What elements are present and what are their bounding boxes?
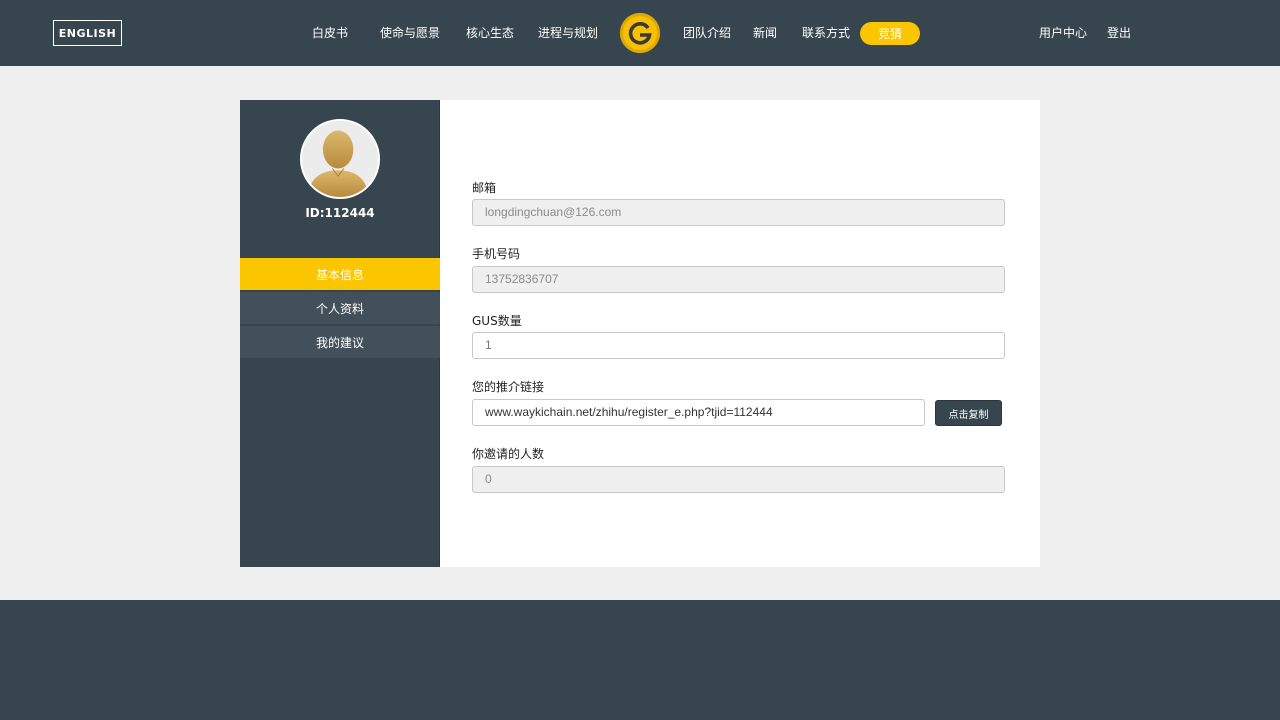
logout-link[interactable]: 登出: [1107, 24, 1131, 42]
sidebar-item-my-suggestions[interactable]: 我的建议: [240, 326, 440, 359]
sidebar-item-personal-profile[interactable]: 个人资料: [240, 292, 440, 325]
nav-team[interactable]: 团队介绍: [683, 24, 731, 42]
english-language-button[interactable]: ENGLISH: [53, 20, 122, 46]
nav-mission-vision[interactable]: 使命与愿景: [380, 24, 440, 42]
copy-link-button[interactable]: 点击复制: [935, 400, 1002, 426]
user-silhouette-icon: [302, 121, 378, 197]
top-nav-bar: ENGLISH 白皮书 使命与愿景 核心生态 进程与规划 团队介绍 新闻 联系方…: [0, 0, 1280, 66]
invited-count-label: 你邀请的人数: [472, 447, 545, 461]
referral-link-field[interactable]: www.waykichain.net/zhihu/register_e.php?…: [472, 399, 925, 426]
sidebar: ID:112444 基本信息 个人资料 我的建议: [240, 100, 440, 567]
phone-field: 13752836707: [472, 266, 1005, 293]
user-center-link[interactable]: 用户中心: [1039, 24, 1087, 42]
brand-logo-icon[interactable]: [620, 13, 660, 53]
phone-label: 手机号码: [472, 247, 521, 261]
avatar: [300, 119, 380, 199]
invited-count-field: 0: [472, 466, 1005, 493]
footer: [0, 600, 1280, 720]
email-label: 邮箱: [472, 181, 497, 195]
email-field: longdingchuan@126.com: [472, 199, 1005, 226]
nav-news[interactable]: 新闻: [753, 24, 777, 42]
nav-whitepaper[interactable]: 白皮书: [312, 24, 348, 42]
bid-button[interactable]: 竞猜: [860, 22, 920, 45]
gus-amount-label: GUS数量: [472, 314, 522, 328]
user-center-card: ID:112444 基本信息 个人资料 我的建议 邮箱 longdingchua…: [240, 100, 1040, 567]
nav-core-ecosystem[interactable]: 核心生态: [466, 24, 514, 42]
g-logo-icon: [628, 22, 652, 45]
nav-contact[interactable]: 联系方式: [802, 24, 850, 42]
sidebar-item-basic-info[interactable]: 基本信息: [240, 258, 440, 291]
referral-link-label: 您的推介链接: [472, 380, 545, 394]
gus-amount-field[interactable]: 1: [472, 332, 1005, 359]
nav-roadmap[interactable]: 进程与规划: [538, 24, 598, 42]
user-id-label: ID:112444: [305, 206, 375, 220]
